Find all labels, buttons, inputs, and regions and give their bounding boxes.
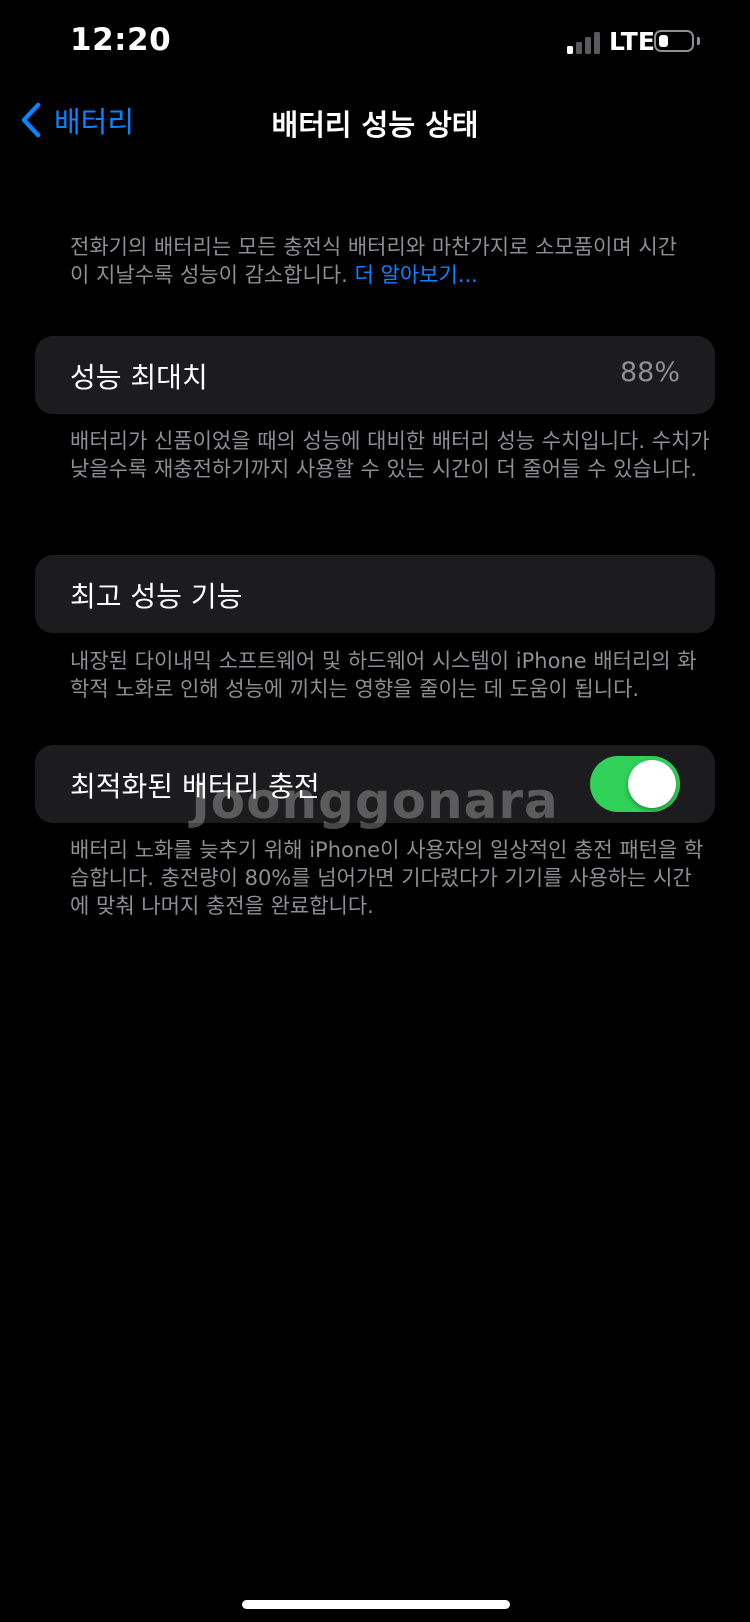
- learn-more-link[interactable]: 더 알아보기...: [355, 263, 478, 287]
- max-capacity-value: 88%: [619, 357, 680, 388]
- battery-icon: [654, 30, 694, 52]
- toggle-knob: [628, 760, 676, 808]
- battery-cap: [697, 37, 700, 45]
- battery-level: [659, 35, 668, 47]
- optimized-charging-label: 최적화된 배터리 충전: [70, 770, 320, 803]
- peak-performance-cell: 최고 성능 기능: [35, 555, 715, 633]
- max-capacity-cell: 성능 최대치 88%: [35, 336, 715, 414]
- home-indicator[interactable]: [242, 1600, 510, 1609]
- network-type: LTE: [609, 27, 655, 56]
- peak-performance-label: 최고 성능 기능: [70, 580, 243, 613]
- signal-bar: [585, 37, 591, 54]
- intro-text: 전화기의 배터리는 모든 충전식 배터리와 마찬가지로 소모품이며 시간이 지날…: [70, 233, 690, 289]
- signal-bar: [567, 46, 573, 54]
- max-capacity-footer: 배터리가 신품이었을 때의 성능에 대비한 배터리 성능 수치입니다. 수치가 …: [70, 429, 710, 481]
- optimized-charging-toggle[interactable]: [590, 756, 680, 812]
- signal-bar: [594, 32, 600, 54]
- cellular-signal-icon: [567, 32, 603, 54]
- navigation-bar: 배터리 배터리 성능 상태: [0, 90, 750, 150]
- peak-performance-footer: 내장된 다이내믹 소프트웨어 및 하드웨어 시스템이 iPhone 배터리의 화…: [70, 649, 697, 701]
- page-title: 배터리 성능 상태: [271, 108, 479, 142]
- optimized-charging-footer: 배터리 노화를 늦추기 위해 iPhone이 사용자의 일상적인 충전 패턴을 …: [70, 838, 704, 918]
- signal-bar: [576, 42, 582, 54]
- max-capacity-label: 성능 최대치: [70, 361, 208, 394]
- status-bar: 12:20 LTE: [0, 0, 750, 90]
- optimized-charging-cell: 최적화된 배터리 충전: [35, 745, 715, 823]
- status-time: 12:20: [70, 22, 172, 58]
